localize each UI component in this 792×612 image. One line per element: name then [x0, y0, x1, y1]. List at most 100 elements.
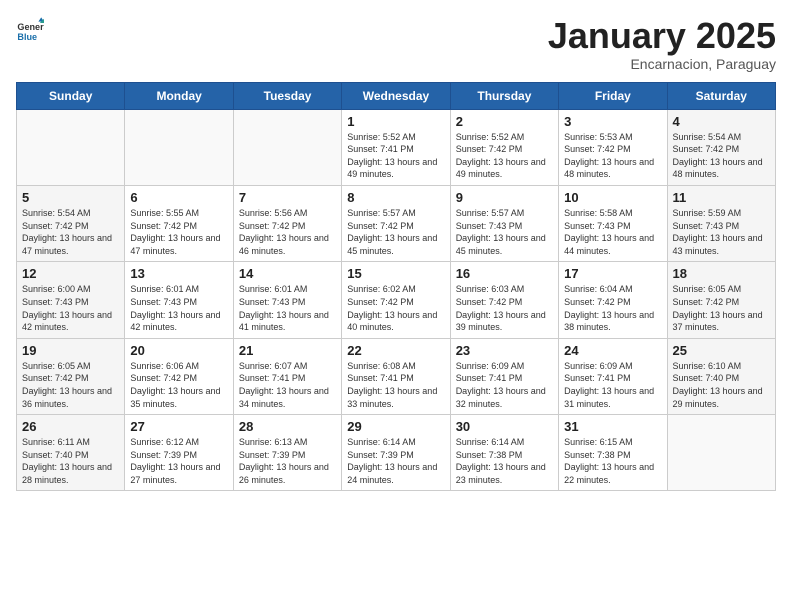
calendar-cell: 20 Sunrise: 6:06 AM Sunset: 7:42 PM Dayli… — [125, 338, 233, 414]
calendar-cell: 2Sunrise: 5:52 AM Sunset: 7:42 PM Daylig… — [450, 109, 558, 185]
day-number: 4 — [673, 114, 770, 129]
svg-text:General: General — [17, 22, 44, 32]
day-number: 26 — [22, 419, 119, 434]
day-number: 15 — [347, 266, 444, 281]
cell-content: Sunrise: 6:01 AM Sunset: 7:43 PM Dayligh… — [130, 283, 227, 333]
day-number: 16 — [456, 266, 553, 281]
day-number: 21 — [239, 343, 336, 358]
calendar-cell — [667, 415, 775, 491]
calendar-week-4: 19 Sunrise: 6:05 AM Sunset: 7:42 PM Dayli… — [17, 338, 776, 414]
cell-content: Sunrise: 5:58 AM Sunset: 7:43 PM Dayligh… — [564, 207, 661, 257]
cell-content: Sunrise: 6:11 AM Sunset: 7:40 PM Dayligh… — [22, 436, 119, 486]
calendar-cell: 27 Sunrise: 6:12 AM Sunset: 7:39 PM Dayli… — [125, 415, 233, 491]
day-number: 24 — [564, 343, 661, 358]
calendar-cell: 13 Sunrise: 6:01 AM Sunset: 7:43 PM Dayli… — [125, 262, 233, 338]
day-number: 12 — [22, 266, 119, 281]
calendar-week-5: 26 Sunrise: 6:11 AM Sunset: 7:40 PM Dayli… — [17, 415, 776, 491]
cell-content: Sunrise: 6:03 AM Sunset: 7:42 PM Dayligh… — [456, 283, 553, 333]
cell-content: Sunrise: 5:53 AM Sunset: 7:42 PM Dayligh… — [564, 131, 661, 181]
cell-content: Sunrise: 6:02 AM Sunset: 7:42 PM Dayligh… — [347, 283, 444, 333]
title-block: January 2025 Encarnacion, Paraguay — [548, 16, 776, 72]
day-number: 3 — [564, 114, 661, 129]
day-number: 17 — [564, 266, 661, 281]
day-number: 31 — [564, 419, 661, 434]
day-number: 23 — [456, 343, 553, 358]
day-number: 20 — [130, 343, 227, 358]
cell-content: Sunrise: 6:01 AM Sunset: 7:43 PM Dayligh… — [239, 283, 336, 333]
cell-content: Sunrise: 6:09 AM Sunset: 7:41 PM Dayligh… — [564, 360, 661, 410]
cell-content: Sunrise: 5:57 AM Sunset: 7:42 PM Dayligh… — [347, 207, 444, 257]
weekday-header-sunday: Sunday — [17, 82, 125, 109]
calendar-cell: 24 Sunrise: 6:09 AM Sunset: 7:41 PM Dayli… — [559, 338, 667, 414]
calendar-cell: 18 Sunrise: 6:05 AM Sunset: 7:42 PM Dayli… — [667, 262, 775, 338]
day-number: 8 — [347, 190, 444, 205]
calendar-cell: 31 Sunrise: 6:15 AM Sunset: 7:38 PM Dayli… — [559, 415, 667, 491]
cell-content: Sunrise: 5:59 AM Sunset: 7:43 PM Dayligh… — [673, 207, 770, 257]
cell-content: Sunrise: 6:13 AM Sunset: 7:39 PM Dayligh… — [239, 436, 336, 486]
cell-content: Sunrise: 6:06 AM Sunset: 7:42 PM Dayligh… — [130, 360, 227, 410]
logo-icon: General Blue — [16, 16, 44, 44]
page-header: General Blue January 2025 Encarnacion, P… — [16, 16, 776, 72]
calendar-table: SundayMondayTuesdayWednesdayThursdayFrid… — [16, 82, 776, 492]
cell-content: Sunrise: 6:09 AM Sunset: 7:41 PM Dayligh… — [456, 360, 553, 410]
cell-content: Sunrise: 6:05 AM Sunset: 7:42 PM Dayligh… — [673, 283, 770, 333]
calendar-cell: 19 Sunrise: 6:05 AM Sunset: 7:42 PM Dayli… — [17, 338, 125, 414]
cell-content: Sunrise: 6:04 AM Sunset: 7:42 PM Dayligh… — [564, 283, 661, 333]
day-number: 29 — [347, 419, 444, 434]
svg-text:Blue: Blue — [17, 32, 37, 42]
day-number: 28 — [239, 419, 336, 434]
calendar-week-1: 1 Sunrise: 5:52 AM Sunset: 7:41 PM Daylig… — [17, 109, 776, 185]
calendar-cell: 11Sunrise: 5:59 AM Sunset: 7:43 PM Dayli… — [667, 185, 775, 261]
cell-content: Sunrise: 5:52 AM Sunset: 7:42 PM Dayligh… — [456, 131, 553, 181]
cell-content: Sunrise: 6:15 AM Sunset: 7:38 PM Dayligh… — [564, 436, 661, 486]
day-number: 10 — [564, 190, 661, 205]
calendar-cell: 29 Sunrise: 6:14 AM Sunset: 7:39 PM Dayli… — [342, 415, 450, 491]
cell-content: Sunrise: 6:14 AM Sunset: 7:39 PM Dayligh… — [347, 436, 444, 486]
calendar-cell: 12Sunrise: 6:00 AM Sunset: 7:43 PM Dayli… — [17, 262, 125, 338]
calendar-cell — [17, 109, 125, 185]
day-number: 22 — [347, 343, 444, 358]
weekday-header-row: SundayMondayTuesdayWednesdayThursdayFrid… — [17, 82, 776, 109]
day-number: 5 — [22, 190, 119, 205]
day-number: 6 — [130, 190, 227, 205]
cell-content: Sunrise: 5:52 AM Sunset: 7:41 PM Dayligh… — [347, 131, 444, 181]
day-number: 9 — [456, 190, 553, 205]
day-number: 13 — [130, 266, 227, 281]
day-number: 25 — [673, 343, 770, 358]
cell-content: Sunrise: 6:12 AM Sunset: 7:39 PM Dayligh… — [130, 436, 227, 486]
day-number: 7 — [239, 190, 336, 205]
calendar-cell: 9 Sunrise: 5:57 AM Sunset: 7:43 PM Daylig… — [450, 185, 558, 261]
cell-content: Sunrise: 6:07 AM Sunset: 7:41 PM Dayligh… — [239, 360, 336, 410]
calendar-cell — [233, 109, 341, 185]
calendar-cell: 10 Sunrise: 5:58 AM Sunset: 7:43 PM Dayli… — [559, 185, 667, 261]
cell-content: Sunrise: 5:54 AM Sunset: 7:42 PM Dayligh… — [673, 131, 770, 181]
calendar-cell: 5 Sunrise: 5:54 AM Sunset: 7:42 PM Daylig… — [17, 185, 125, 261]
cell-content: Sunrise: 6:05 AM Sunset: 7:42 PM Dayligh… — [22, 360, 119, 410]
weekday-header-tuesday: Tuesday — [233, 82, 341, 109]
calendar-cell: 22 Sunrise: 6:08 AM Sunset: 7:41 PM Dayli… — [342, 338, 450, 414]
calendar-cell: 6 Sunrise: 5:55 AM Sunset: 7:42 PM Daylig… — [125, 185, 233, 261]
weekday-header-thursday: Thursday — [450, 82, 558, 109]
cell-content: Sunrise: 6:08 AM Sunset: 7:41 PM Dayligh… — [347, 360, 444, 410]
cell-content: Sunrise: 5:55 AM Sunset: 7:42 PM Dayligh… — [130, 207, 227, 257]
month-title: January 2025 — [548, 16, 776, 56]
day-number: 19 — [22, 343, 119, 358]
day-number: 1 — [347, 114, 444, 129]
calendar-cell: 26 Sunrise: 6:11 AM Sunset: 7:40 PM Dayli… — [17, 415, 125, 491]
cell-content: Sunrise: 5:54 AM Sunset: 7:42 PM Dayligh… — [22, 207, 119, 257]
calendar-cell: 28 Sunrise: 6:13 AM Sunset: 7:39 PM Dayli… — [233, 415, 341, 491]
day-number: 30 — [456, 419, 553, 434]
location-subtitle: Encarnacion, Paraguay — [548, 56, 776, 72]
calendar-cell: 4 Sunrise: 5:54 AM Sunset: 7:42 PM Daylig… — [667, 109, 775, 185]
weekday-header-wednesday: Wednesday — [342, 82, 450, 109]
calendar-cell: 17 Sunrise: 6:04 AM Sunset: 7:42 PM Dayli… — [559, 262, 667, 338]
day-number: 27 — [130, 419, 227, 434]
cell-content: Sunrise: 5:57 AM Sunset: 7:43 PM Dayligh… — [456, 207, 553, 257]
day-number: 18 — [673, 266, 770, 281]
calendar-week-3: 12Sunrise: 6:00 AM Sunset: 7:43 PM Dayli… — [17, 262, 776, 338]
calendar-cell: 21 Sunrise: 6:07 AM Sunset: 7:41 PM Dayli… — [233, 338, 341, 414]
cell-content: Sunrise: 6:14 AM Sunset: 7:38 PM Dayligh… — [456, 436, 553, 486]
calendar-cell: 3 Sunrise: 5:53 AM Sunset: 7:42 PM Daylig… — [559, 109, 667, 185]
calendar-cell: 15 Sunrise: 6:02 AM Sunset: 7:42 PM Dayli… — [342, 262, 450, 338]
calendar-cell: 25Sunrise: 6:10 AM Sunset: 7:40 PM Dayli… — [667, 338, 775, 414]
